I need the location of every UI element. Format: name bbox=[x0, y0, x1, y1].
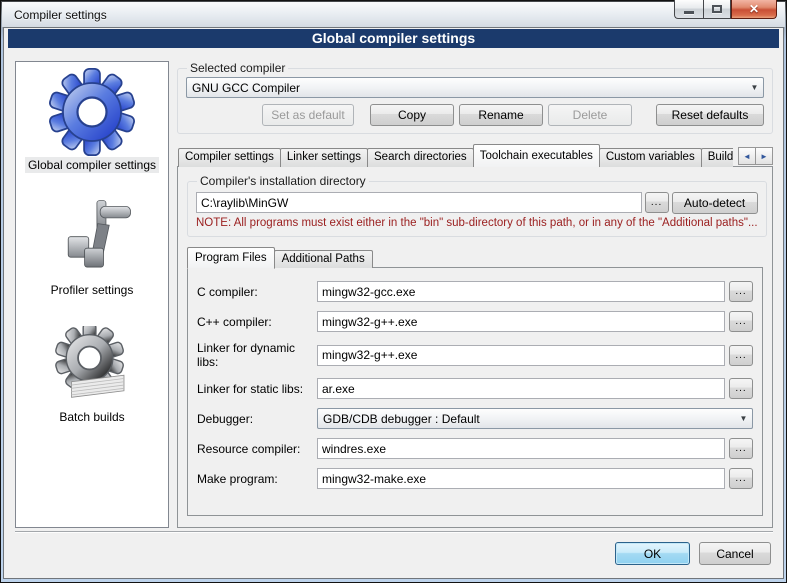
maximize-icon bbox=[712, 5, 722, 13]
maximize-button[interactable] bbox=[703, 0, 731, 19]
reset-defaults-button[interactable]: Reset defaults bbox=[656, 104, 764, 126]
tabs-scroll-area: Compiler settings Linker settings Search… bbox=[177, 143, 733, 167]
sidebar-item-global-compiler-settings[interactable]: Global compiler settings bbox=[16, 68, 168, 173]
program-row-resource-compiler: Resource compiler: ... bbox=[197, 438, 753, 459]
make-program-input[interactable] bbox=[317, 468, 725, 489]
program-row-dynamic-linker: Linker for dynamic libs: ... bbox=[197, 341, 753, 369]
ok-button[interactable]: OK bbox=[615, 542, 690, 565]
arrow-right-icon: ► bbox=[760, 152, 768, 161]
footer-buttons: OK Cancel bbox=[615, 542, 771, 565]
c-compiler-input[interactable] bbox=[317, 281, 725, 302]
caliper-tool-icon bbox=[51, 199, 133, 281]
content: Global compiler settings bbox=[15, 61, 773, 528]
field-label: C++ compiler: bbox=[197, 315, 317, 329]
close-button[interactable]: ✕ bbox=[731, 0, 777, 19]
debugger-select-value: GDB/CDB debugger : Default bbox=[323, 412, 480, 426]
resource-compiler-input[interactable] bbox=[317, 438, 725, 459]
footer-separator bbox=[15, 531, 773, 533]
arrow-left-icon: ◄ bbox=[743, 152, 751, 161]
rename-button[interactable]: Rename bbox=[459, 104, 543, 126]
field-label: Linker for static libs: bbox=[197, 382, 317, 396]
compiler-select[interactable]: GNU GCC Compiler ▼ bbox=[186, 77, 764, 98]
browse-static-linker-button[interactable]: ... bbox=[729, 378, 753, 399]
minimize-button[interactable] bbox=[674, 0, 703, 19]
browse-cpp-compiler-button[interactable]: ... bbox=[729, 311, 753, 332]
tab-scroll-right-button[interactable]: ► bbox=[755, 147, 773, 165]
static-linker-input[interactable] bbox=[317, 378, 725, 399]
program-row-debugger: Debugger: GDB/CDB debugger : Default ▼ bbox=[197, 408, 753, 429]
program-files-panel: C compiler: ... C++ compiler: ... bbox=[187, 267, 763, 516]
sidebar-item-label: Profiler settings bbox=[48, 282, 137, 298]
note-text: NOTE: All programs must exist either in … bbox=[196, 217, 758, 229]
cpp-compiler-input[interactable] bbox=[317, 311, 725, 332]
sidebar-item-label: Batch builds bbox=[56, 409, 127, 425]
compiler-settings-window: Compiler settings ✕ Global compiler sett… bbox=[0, 0, 787, 583]
selected-compiler-group: Selected compiler GNU GCC Compiler ▼ Set… bbox=[177, 61, 773, 134]
chevron-down-icon: ▼ bbox=[735, 414, 752, 423]
caption-buttons: ✕ bbox=[674, 0, 777, 19]
dialog-body: Global compiler settings bbox=[3, 27, 784, 579]
blue-gear-icon bbox=[48, 68, 136, 156]
page-title: Global compiler settings bbox=[8, 29, 779, 48]
set-as-default-button[interactable]: Set as default bbox=[262, 104, 354, 126]
field-label: Linker for dynamic libs: bbox=[197, 341, 317, 369]
program-row-cpp-compiler: C++ compiler: ... bbox=[197, 311, 753, 332]
tab-linker-settings[interactable]: Linker settings bbox=[280, 148, 368, 167]
program-row-c-compiler: C compiler: ... bbox=[197, 281, 753, 302]
field-label: Resource compiler: bbox=[197, 442, 317, 456]
installation-directory-row: ... Auto-detect bbox=[196, 192, 758, 214]
compiler-buttons-row: Set as default Copy Rename Delete Reset … bbox=[186, 104, 764, 126]
dynamic-linker-input[interactable] bbox=[317, 345, 725, 366]
tab-build-options[interactable]: Build options bbox=[701, 148, 733, 167]
installation-directory-input[interactable] bbox=[196, 192, 642, 213]
compiler-select-value: GNU GCC Compiler bbox=[192, 81, 300, 95]
installation-directory-group: Compiler's installation directory ... Au… bbox=[187, 174, 767, 237]
field-label: Debugger: bbox=[197, 412, 317, 426]
subtab-additional-paths[interactable]: Additional Paths bbox=[274, 250, 373, 268]
tab-scroll-buttons: ◄ ► bbox=[739, 147, 773, 165]
gray-gear-stack-icon bbox=[51, 326, 133, 408]
main-panel: Selected compiler GNU GCC Compiler ▼ Set… bbox=[177, 61, 773, 528]
window-title: Compiler settings bbox=[14, 8, 107, 22]
tab-scroll-left-button[interactable]: ◄ bbox=[738, 147, 756, 165]
browse-dynamic-linker-button[interactable]: ... bbox=[729, 345, 753, 366]
program-row-static-linker: Linker for static libs: ... bbox=[197, 378, 753, 399]
settings-category-list: Global compiler settings bbox=[15, 61, 169, 528]
files-subtabstrip: Program Files Additional Paths bbox=[187, 246, 763, 268]
tab-custom-variables[interactable]: Custom variables bbox=[599, 148, 702, 167]
sidebar-item-label: Global compiler settings bbox=[25, 157, 159, 173]
titlebar: Compiler settings bbox=[2, 2, 785, 27]
toolchain-executables-panel: Compiler's installation directory ... Au… bbox=[177, 166, 773, 528]
auto-detect-button[interactable]: Auto-detect bbox=[672, 192, 758, 214]
selected-compiler-legend: Selected compiler bbox=[187, 61, 288, 75]
tab-search-directories[interactable]: Search directories bbox=[367, 148, 474, 167]
browse-make-program-button[interactable]: ... bbox=[729, 468, 753, 489]
sidebar-item-batch-builds[interactable]: Batch builds bbox=[16, 326, 168, 425]
installation-directory-legend: Compiler's installation directory bbox=[197, 174, 369, 188]
browse-c-compiler-button[interactable]: ... bbox=[729, 281, 753, 302]
field-label: C compiler: bbox=[197, 285, 317, 299]
browse-directory-button[interactable]: ... bbox=[645, 192, 669, 213]
delete-button[interactable]: Delete bbox=[548, 104, 632, 126]
subtab-program-files[interactable]: Program Files bbox=[187, 247, 275, 269]
chevron-down-icon: ▼ bbox=[746, 83, 763, 92]
debugger-select[interactable]: GDB/CDB debugger : Default ▼ bbox=[317, 408, 753, 429]
copy-button[interactable]: Copy bbox=[370, 104, 454, 126]
tab-compiler-settings[interactable]: Compiler settings bbox=[178, 148, 281, 167]
tab-toolchain-executables[interactable]: Toolchain executables bbox=[473, 144, 600, 167]
cancel-button[interactable]: Cancel bbox=[699, 542, 771, 565]
sidebar-item-profiler-settings[interactable]: Profiler settings bbox=[16, 199, 168, 298]
program-row-make-program: Make program: ... bbox=[197, 468, 753, 489]
browse-resource-compiler-button[interactable]: ... bbox=[729, 438, 753, 459]
field-label: Make program: bbox=[197, 472, 317, 486]
close-icon: ✕ bbox=[749, 3, 759, 15]
minimize-icon bbox=[684, 11, 694, 14]
settings-tabstrip: Compiler settings Linker settings Search… bbox=[177, 143, 773, 167]
